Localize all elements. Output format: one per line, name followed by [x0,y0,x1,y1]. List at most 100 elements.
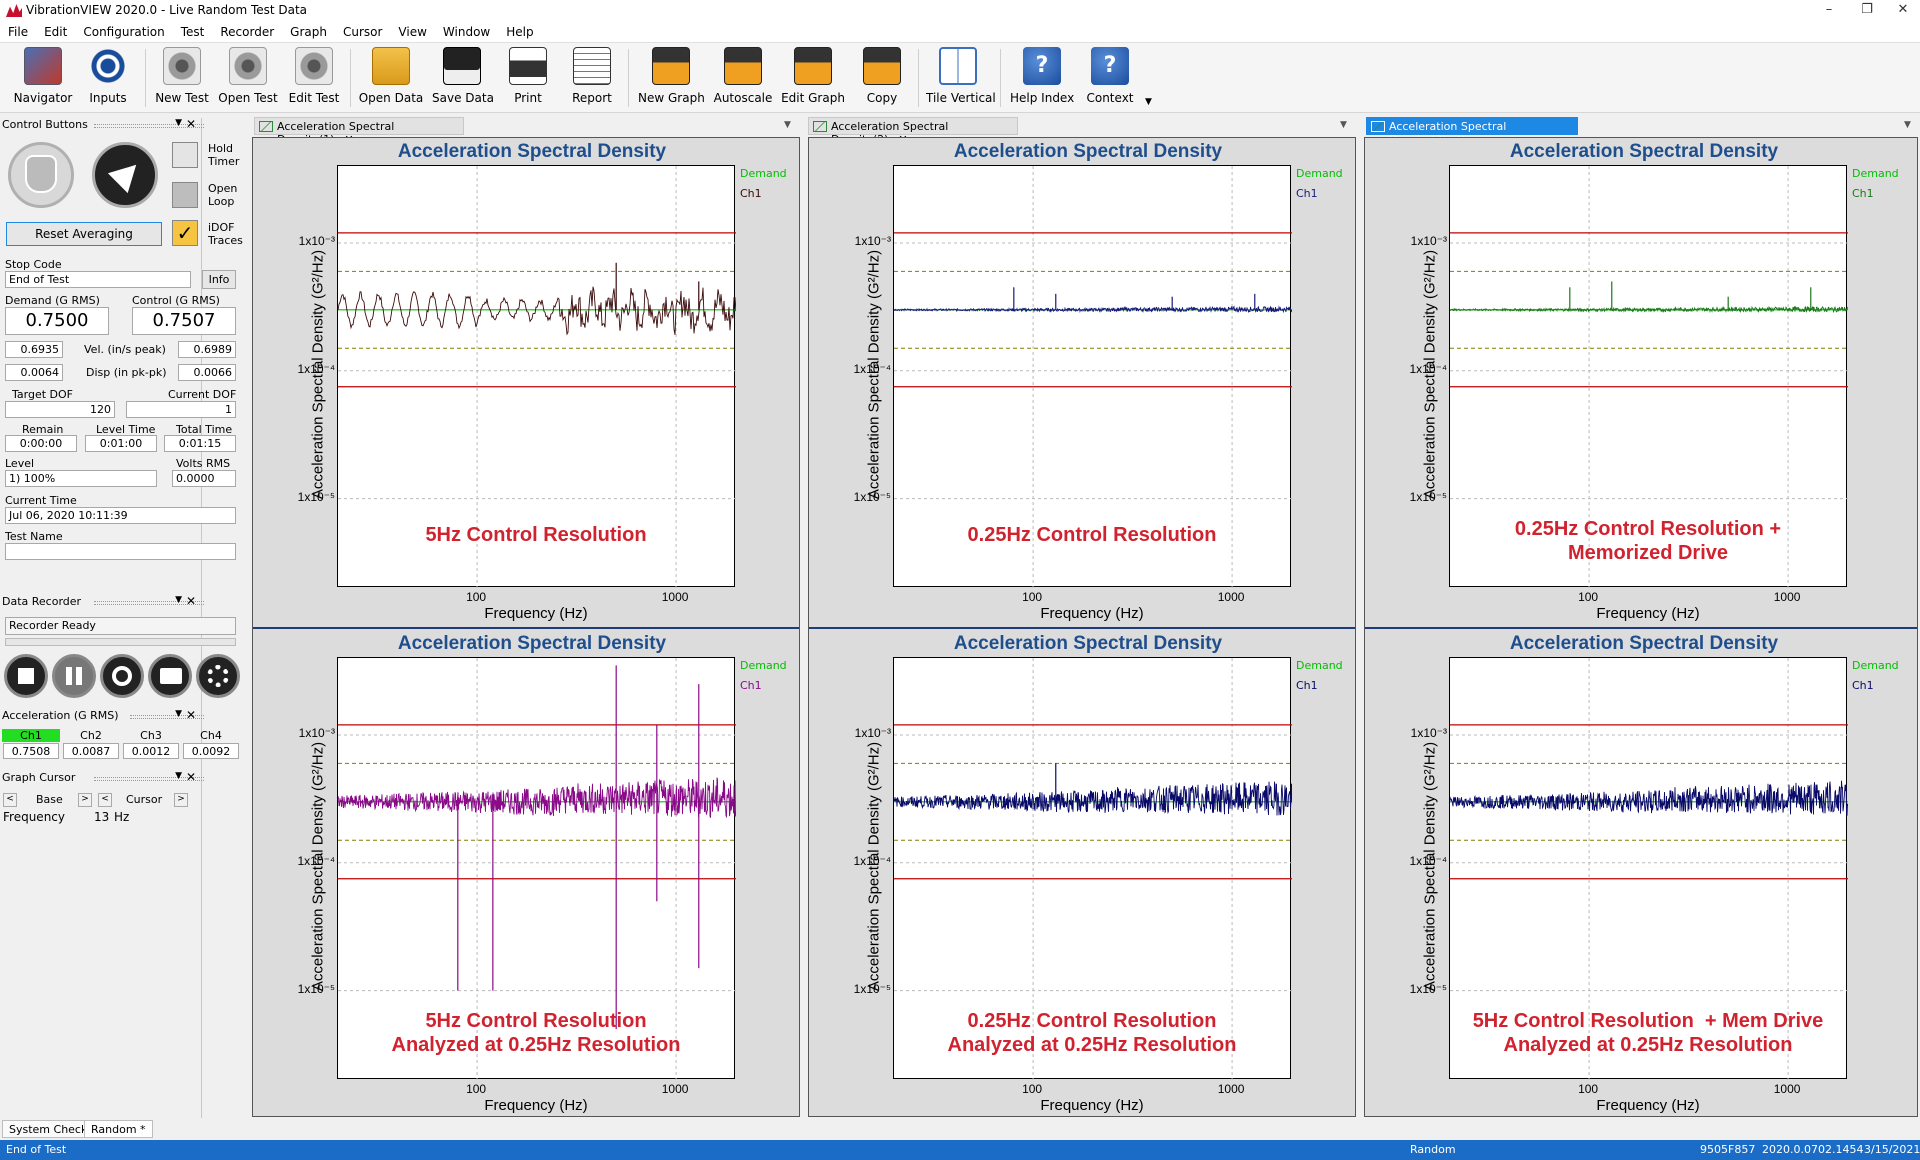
level-field[interactable]: 1) 100% [5,470,157,487]
x-axis-label: Frequency (Hz) [484,605,588,622]
recorder-progress-bar [5,638,236,646]
status-date: 3/15/2021 [1864,1143,1920,1156]
total-time-value: 0:01:15 [164,435,236,452]
target-dof-label: Target DOF [12,388,73,401]
tile-vertical-button[interactable]: Tile Vertical [926,47,996,109]
info-button[interactable]: Info [202,270,236,289]
channel-1-name: Ch1 [2,729,60,742]
navigator-button[interactable]: Navigator [12,47,74,109]
help-index-icon: ? [1023,47,1061,85]
autoscale-button[interactable]: Autoscale [712,47,774,109]
plot-title: Acceleration Spectral Density [397,633,667,654]
plot-title: Acceleration Spectral Density [1509,141,1779,162]
context-help-button[interactable]: ? Context [1082,47,1138,109]
panel-dropdown-icon[interactable]: ▼ [175,118,182,128]
print-button[interactable]: Print [502,47,554,109]
recorder-settings-button[interactable] [196,654,240,698]
panel-close-icon[interactable]: ✕ [186,708,196,722]
target-dof-value: 120 [5,401,115,418]
panel-close-icon[interactable]: ✕ [186,594,196,608]
menu-help[interactable]: Help [498,22,541,39]
recorder-record-button[interactable] [100,654,144,698]
new-test-icon [163,47,201,85]
folder-icon [160,668,182,684]
recorder-stop-button[interactable] [4,654,48,698]
legend-demand: Demand [1296,167,1343,180]
tab-asd-2[interactable]: Acceleration Spectral Density(2)✕ [808,117,1018,146]
y-tick-label: 1x10⁻⁵ [297,981,335,996]
menu-cursor[interactable]: Cursor [335,22,390,39]
panel-dropdown-icon[interactable]: ▼ [175,771,182,781]
volts-rms-value: 0.0000 [172,470,236,487]
cursor-next-button[interactable]: > [174,793,188,807]
new-test-button[interactable]: New Test [152,47,212,109]
tab-random[interactable]: Random * [84,1120,153,1138]
open-test-button[interactable]: Open Test [216,47,280,109]
help-index-button[interactable]: ? Help Index [1010,47,1074,109]
base-prev-button[interactable]: < [3,793,17,807]
save-data-icon [443,47,481,85]
base-next-button[interactable]: > [78,793,92,807]
toolbar-separator [628,49,629,107]
tab-system-check[interactable]: System Check [2,1120,95,1138]
edit-graph-button[interactable]: Edit Graph [780,47,846,109]
hold-timer-label: Hold Timer [208,142,240,168]
new-graph-button[interactable]: New Graph [638,47,705,109]
tab-dropdown-icon[interactable]: ▼ [784,120,791,130]
menu-window[interactable]: Window [435,22,498,39]
menu-configuration[interactable]: Configuration [75,22,172,39]
restore-button[interactable]: ❐ [1850,0,1884,22]
x-axis-label: Frequency (Hz) [1040,1097,1144,1114]
toolbar-overflow-chevron-icon[interactable]: ▼ [1145,97,1152,107]
legend-ch1: Ch1 [740,679,762,692]
menu-view[interactable]: View [390,22,434,39]
plot-annotation: 5Hz Control Resolution [425,524,647,546]
tab-dropdown-icon[interactable]: ▼ [1904,120,1911,130]
save-data-button[interactable]: Save Data [432,47,494,109]
menu-recorder[interactable]: Recorder [212,22,282,39]
cursor-prev-button[interactable]: < [98,793,112,807]
inputs-button[interactable]: Inputs [80,47,136,109]
print-icon [509,47,547,85]
plot-annotation: 0.25Hz Control Resolution [967,524,1217,546]
plot-annotation: 5Hz Control Resolution + Mem Drive Analy… [1472,1010,1824,1056]
cursor-frequency-value: 13 [94,810,110,824]
close-window-button[interactable]: ✕ [1886,0,1920,22]
menu-file[interactable]: File [0,22,36,39]
demand-value: 0.7500 [5,307,109,335]
panel-dropdown-icon[interactable]: ▼ [175,709,182,719]
recorder-open-folder-button[interactable] [148,654,192,698]
report-button[interactable]: Report [566,47,618,109]
open-loop-checkbox[interactable] [172,182,198,208]
tab-asd-1[interactable]: Acceleration Spectral Density(1)✕ [254,117,464,146]
y-tick-label: 1x10⁻⁴ [297,853,335,868]
panel-dropdown-icon[interactable]: ▼ [175,595,182,605]
graph-tab-icon [813,121,827,132]
panel-close-icon[interactable]: ✕ [186,770,196,784]
x-tick-label: 1000 [661,590,689,604]
channel-2-value: 0.0087 [63,743,119,759]
minimize-button[interactable]: – [1812,0,1846,22]
status-serial: 9505F857 [1700,1143,1756,1156]
menu-test[interactable]: Test [173,22,213,39]
recorder-pause-button[interactable] [52,654,96,698]
stop-button[interactable] [8,142,74,208]
open-data-button[interactable]: Open Data [356,47,426,109]
menu-edit[interactable]: Edit [36,22,75,39]
data-recorder-header: Data Recorder ▼ ✕ [2,594,204,611]
menu-graph[interactable]: Graph [282,22,335,39]
y-tick-label: 1x10⁻⁵ [1409,489,1447,504]
x-tick-label: 100 [466,590,487,604]
plot-title: Acceleration Spectral Density [397,141,667,162]
reset-averaging-button[interactable]: Reset Averaging [6,222,162,246]
start-button[interactable] [92,142,158,208]
edit-test-button[interactable]: Edit Test [284,47,344,109]
tab-asd-3[interactable]: Acceleration Spectral Density(3)✕ [1366,117,1578,146]
copy-button[interactable]: Copy [854,47,910,109]
tab-dropdown-icon[interactable]: ▼ [1340,120,1347,130]
legend-demand: Demand [1852,659,1899,672]
panel-close-icon[interactable]: ✕ [186,117,196,131]
hold-timer-checkbox[interactable] [172,142,198,168]
idof-traces-checkbox[interactable]: ✓ [172,220,198,246]
pane-divider [1365,627,1917,629]
